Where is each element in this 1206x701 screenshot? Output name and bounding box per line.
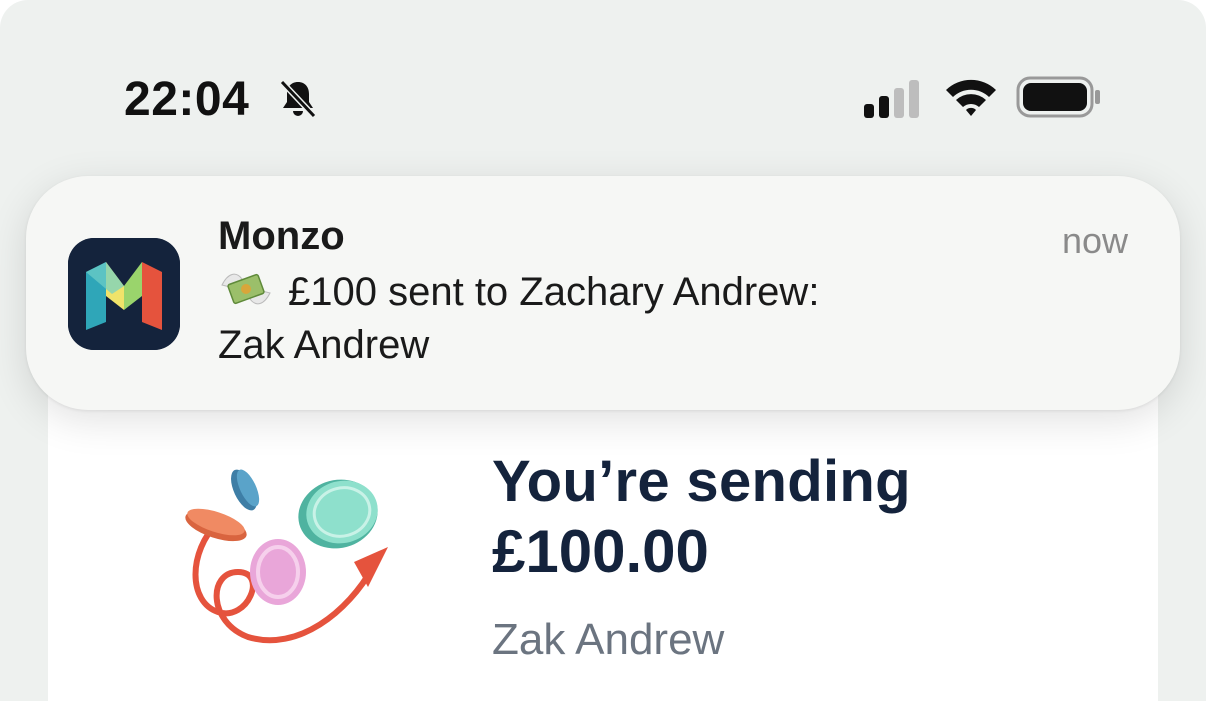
push-notification[interactable]: Monzo now £100 sent to Zachary Andrew: Z… — [26, 176, 1180, 410]
money-with-wings-icon — [221, 273, 271, 305]
battery-icon — [1016, 76, 1100, 118]
status-time: 22:04 — [124, 73, 250, 126]
bell-slash-icon — [279, 79, 317, 119]
notification-app-name: Monzo — [218, 214, 345, 258]
money-transfer-illustration — [185, 469, 388, 644]
cellular-signal-icon — [864, 80, 919, 118]
notification-message: £100 sent to Zachary Andrew: Zak Andrew — [218, 266, 978, 372]
monzo-logo-icon — [68, 238, 180, 350]
phone-screen: 22:04 You’re sending £100.00 Zak Andrew … — [0, 0, 1206, 701]
wifi-icon — [946, 79, 996, 116]
notification-line2: Zak Andrew — [218, 323, 430, 367]
notification-line1: £100 sent to Zachary Andrew: — [288, 270, 820, 314]
monzo-app-icon — [68, 238, 180, 350]
notification-time: now — [1061, 220, 1128, 261]
sending-title: You’re sending — [492, 449, 911, 514]
recipient-name: Zak Andrew — [492, 615, 725, 664]
sending-amount: £100.00 — [492, 518, 709, 585]
